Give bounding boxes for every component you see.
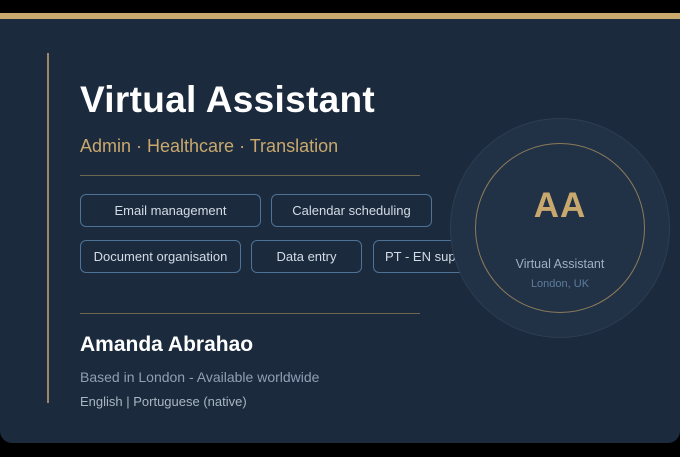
divider-top [80,175,420,176]
page-title: Virtual Assistant [80,79,376,120]
tag-email-management: Email management [80,194,261,227]
profile-card: Virtual Assistant Admin · Healthcare · T… [0,13,680,443]
tag-data-entry: Data entry [251,240,362,273]
badge-initials: AA [533,186,587,225]
accent-top-bar [0,13,680,19]
tag-document-organisation: Document organisation [80,240,241,273]
person-name: Amanda Abrahao [80,333,254,356]
accent-left-rule [47,53,49,403]
tag-calendar-scheduling: Calendar scheduling [271,194,432,227]
badge-location: London, UK [530,278,590,290]
initials-badge: AA Virtual Assistant London, UK [450,118,670,338]
badge-role: Virtual Assistant [515,257,605,271]
location-text: Based in London - Available worldwide [80,369,320,385]
badge-inner-ring: AA Virtual Assistant London, UK [475,143,645,313]
specialties-subtitle: Admin · Healthcare · Translation [80,136,339,156]
divider-bottom [80,313,420,314]
languages-text: English | Portuguese (native) [80,394,247,409]
